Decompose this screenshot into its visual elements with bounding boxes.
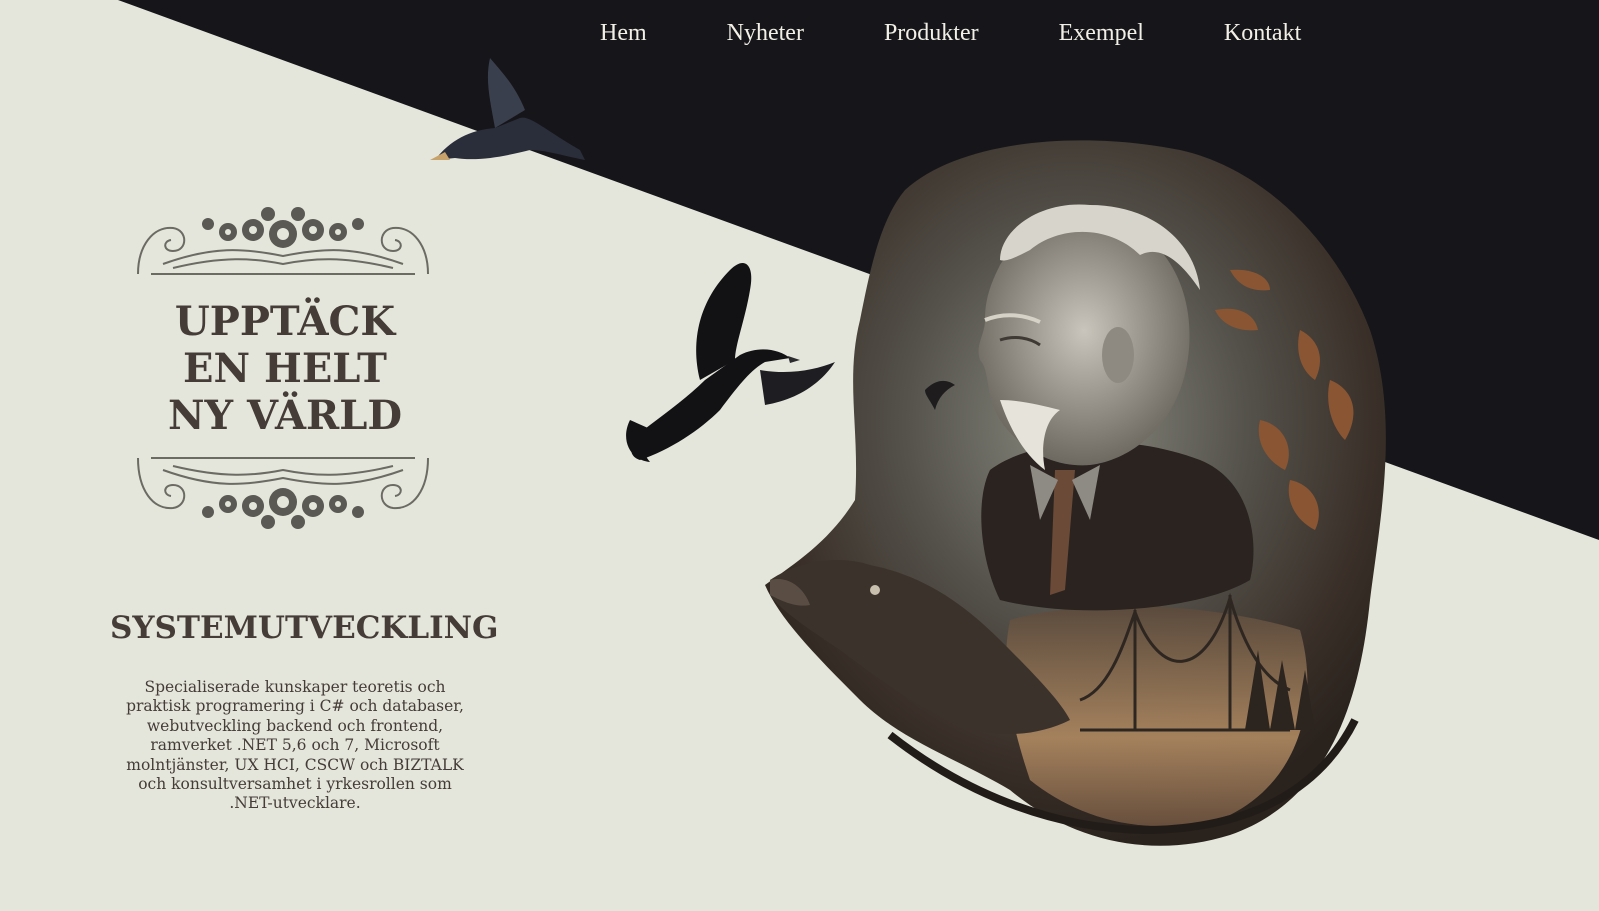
page: Hem Nyheter Produkter Exempel Kontakt UP… xyxy=(0,0,1599,911)
section-title: SYSTEMUTVECKLING xyxy=(110,610,499,646)
hero-title-line-2: EN HELT xyxy=(183,345,387,392)
section-description: Specialiserade kunskaper teoretis och pr… xyxy=(126,678,464,813)
hero-title: UPPTÄCK EN HELT NY VÄRLD xyxy=(140,298,430,439)
ornament-frame-bottom-icon xyxy=(137,457,429,529)
main-nav: Hem Nyheter Produkter Exempel Kontakt xyxy=(600,20,1301,47)
nav-item-kontakt[interactable]: Kontakt xyxy=(1224,20,1301,47)
nav-item-hem[interactable]: Hem xyxy=(600,20,647,47)
nav-item-exempel[interactable]: Exempel xyxy=(1059,20,1144,47)
hero-title-line-3: NY VÄRLD xyxy=(167,392,403,439)
ornament-frame-top-icon xyxy=(137,207,429,275)
nav-item-nyheter[interactable]: Nyheter xyxy=(727,20,804,47)
hero-title-line-1: UPPTÄCK xyxy=(174,298,396,345)
nav-item-produkter[interactable]: Produkter xyxy=(884,20,979,47)
